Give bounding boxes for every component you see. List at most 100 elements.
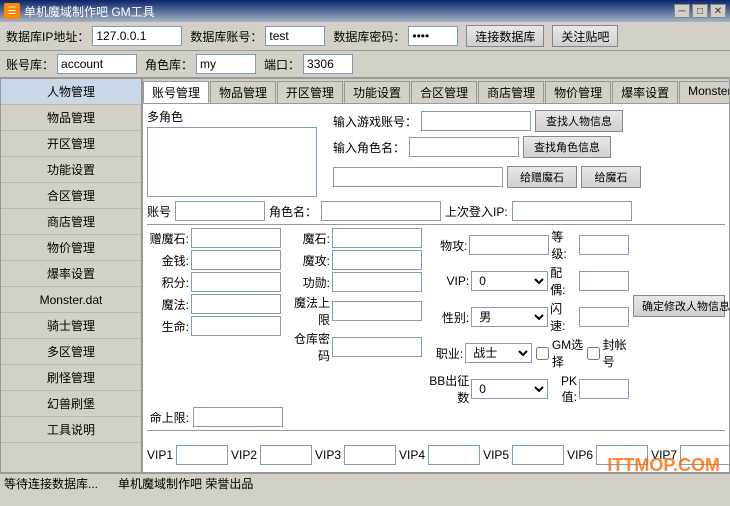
seal-checkbox[interactable] bbox=[587, 347, 600, 360]
account-no-label: 账号 bbox=[147, 203, 171, 220]
find-role-button[interactable]: 查找角色信息 bbox=[523, 136, 611, 158]
give-magic-button[interactable]: 给魔石 bbox=[581, 166, 641, 188]
status-left: 等待连接数据库... bbox=[4, 475, 98, 492]
magic-power-input[interactable] bbox=[191, 294, 281, 314]
maximize-button[interactable]: □ bbox=[692, 4, 708, 18]
give-magic-stone-button[interactable]: 给赠魔石 bbox=[507, 166, 577, 188]
connect-db-button[interactable]: 连接数据库 bbox=[466, 25, 544, 47]
sidebar-item-settings[interactable]: 功能设置 bbox=[1, 157, 141, 183]
seal-label: 封帐号 bbox=[603, 336, 629, 370]
sidebar-item-knight[interactable]: 骑士管理 bbox=[1, 313, 141, 339]
vip4-label: VIP4 bbox=[399, 448, 425, 462]
vip7-input[interactable] bbox=[680, 445, 729, 465]
level-input[interactable] bbox=[579, 235, 629, 255]
game-account-input[interactable] bbox=[421, 111, 531, 131]
merit-input[interactable] bbox=[332, 272, 422, 292]
find-info-button[interactable]: 查找人物信息 bbox=[535, 110, 623, 132]
gm-check-label: GM选择 bbox=[552, 336, 584, 370]
gender-label: 性别: bbox=[429, 309, 469, 326]
vip-select[interactable]: 012 bbox=[471, 271, 548, 291]
flash-input[interactable] bbox=[579, 307, 629, 327]
hp-input[interactable] bbox=[191, 316, 281, 336]
sidebar-item-refresh[interactable]: 刷怪管理 bbox=[1, 365, 141, 391]
status-center: 单机魔域制作吧 荣誉出品 bbox=[118, 475, 253, 492]
spouse-label: 配偶: bbox=[550, 264, 577, 298]
points-input[interactable] bbox=[191, 272, 281, 292]
ip-input[interactable] bbox=[92, 26, 182, 46]
gift-magic-input[interactable] bbox=[191, 228, 281, 248]
minimize-button[interactable]: ─ bbox=[674, 4, 690, 18]
port-input[interactable] bbox=[303, 54, 353, 74]
db-account-input[interactable] bbox=[265, 26, 325, 46]
role-name-label2: 角色名： bbox=[269, 203, 317, 220]
flash-label: 闪速: bbox=[550, 300, 577, 334]
magic-label: 魔石: bbox=[288, 230, 330, 247]
magic-stone-gift-input[interactable] bbox=[333, 167, 503, 187]
sidebar-item-shop[interactable]: 商店管理 bbox=[1, 209, 141, 235]
money-input[interactable] bbox=[191, 250, 281, 270]
tabs: 账号管理 物品管理 开区管理 功能设置 合区管理 商店管理 物价管理 爆率设置 … bbox=[143, 79, 729, 104]
life-max-input[interactable] bbox=[193, 407, 283, 427]
money-label: 金钱: bbox=[147, 252, 189, 269]
bb-select[interactable]: 0 bbox=[471, 379, 548, 399]
vip3-input[interactable] bbox=[344, 445, 396, 465]
db-password-input[interactable] bbox=[408, 26, 458, 46]
role-name-input2[interactable] bbox=[321, 201, 441, 221]
points-label: 积分: bbox=[147, 274, 189, 291]
tab-droprate[interactable]: 爆率设置 bbox=[612, 81, 678, 103]
sidebar-item-items[interactable]: 物品管理 bbox=[1, 105, 141, 131]
sidebar-item-droprate[interactable]: 爆率设置 bbox=[1, 261, 141, 287]
sidebar-item-person[interactable]: 人物管理 bbox=[1, 79, 141, 105]
gm-checkbox[interactable] bbox=[536, 347, 549, 360]
account-no-input[interactable] bbox=[175, 201, 265, 221]
game-account-label: 输入游戏账号： bbox=[333, 113, 417, 130]
db-name-input[interactable] bbox=[57, 54, 137, 74]
tab-monster[interactable]: Monster.dat bbox=[679, 81, 729, 103]
window-title: 单机魔域制作吧 GM工具 bbox=[24, 3, 155, 20]
tab-account[interactable]: 账号管理 bbox=[143, 81, 209, 103]
tab-items[interactable]: 物品管理 bbox=[210, 81, 276, 103]
vip4-input[interactable] bbox=[428, 445, 480, 465]
vip1-input[interactable] bbox=[176, 445, 228, 465]
main-panel: 账号管理 物品管理 开区管理 功能设置 合区管理 商店管理 物价管理 爆率设置 … bbox=[142, 78, 730, 473]
pk-label: PK值: bbox=[550, 374, 577, 405]
vip6-label: VIP6 bbox=[567, 448, 593, 462]
magic-max-input[interactable] bbox=[332, 301, 422, 321]
vip2-input[interactable] bbox=[260, 445, 312, 465]
vip7-label: VIP7 bbox=[651, 448, 677, 462]
account-label: 数据库账号： bbox=[190, 28, 262, 45]
vip6-input[interactable] bbox=[596, 445, 648, 465]
life-max-label: 命上限: bbox=[147, 409, 189, 426]
sidebar-item-multizone[interactable]: 多区管理 bbox=[1, 339, 141, 365]
physics-input[interactable] bbox=[469, 235, 549, 255]
level-label: 等级: bbox=[551, 228, 577, 262]
tab-shop[interactable]: 商店管理 bbox=[478, 81, 544, 103]
spouse-input[interactable] bbox=[579, 271, 629, 291]
confirm-modify-button[interactable]: 确定修改人物信息 bbox=[633, 295, 725, 317]
last-login-input[interactable] bbox=[512, 201, 632, 221]
pk-input[interactable] bbox=[579, 379, 629, 399]
sidebar-item-monster[interactable]: Monster.dat bbox=[1, 287, 141, 313]
warehouse-input[interactable] bbox=[332, 337, 422, 357]
job-select[interactable]: 战士法师 bbox=[465, 343, 532, 363]
vip5-input[interactable] bbox=[512, 445, 564, 465]
role-db-input[interactable] bbox=[196, 54, 256, 74]
magic-input[interactable] bbox=[332, 228, 422, 248]
tab-openzone[interactable]: 开区管理 bbox=[277, 81, 343, 103]
tab-mergezone[interactable]: 合区管理 bbox=[411, 81, 477, 103]
magic-att-input[interactable] bbox=[332, 250, 422, 270]
sidebar-item-phantom[interactable]: 幻兽刷堡 bbox=[1, 391, 141, 417]
job-label: 职业: bbox=[429, 345, 463, 362]
multi-role-list[interactable] bbox=[147, 127, 317, 197]
sidebar-item-price[interactable]: 物价管理 bbox=[1, 235, 141, 261]
role-name-input[interactable] bbox=[409, 137, 519, 157]
sidebar-item-mergezone[interactable]: 合区管理 bbox=[1, 183, 141, 209]
sidebar-item-help[interactable]: 工具说明 bbox=[1, 417, 141, 443]
sidebar-item-openzone[interactable]: 开区管理 bbox=[1, 131, 141, 157]
tab-settings[interactable]: 功能设置 bbox=[344, 81, 410, 103]
close-forum-button[interactable]: 关注贴吧 bbox=[552, 25, 618, 47]
port-label: 端口： bbox=[264, 56, 300, 73]
close-button[interactable]: ✕ bbox=[710, 4, 726, 18]
tab-price[interactable]: 物价管理 bbox=[545, 81, 611, 103]
gender-select[interactable]: 男女 bbox=[471, 307, 548, 327]
